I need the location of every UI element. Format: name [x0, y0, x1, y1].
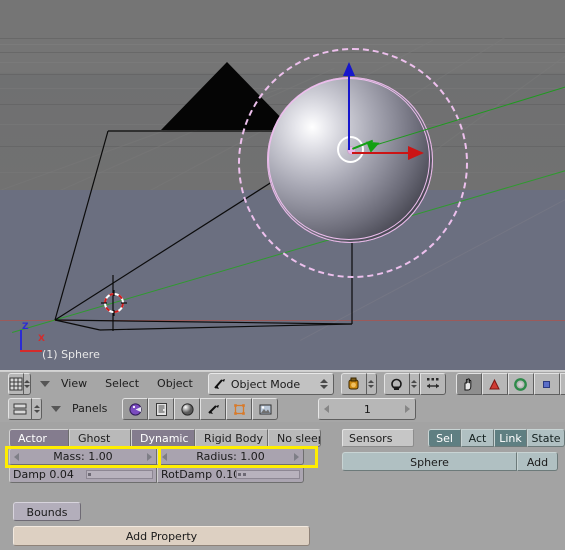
- toggle-ghost[interactable]: Ghost: [69, 429, 131, 447]
- filter-act[interactable]: Act: [461, 429, 494, 447]
- 3d-viewport[interactable]: Z X (1) Sphere: [0, 0, 565, 370]
- axis-label-x: X: [38, 334, 45, 344]
- panel-tab-shading[interactable]: [174, 398, 201, 420]
- menu-select[interactable]: Select: [98, 374, 146, 394]
- sensors-label: Sensors: [342, 429, 414, 447]
- rotdamp-label: RotDamp 0.10: [161, 468, 241, 481]
- frame-prev-icon[interactable]: [324, 405, 330, 413]
- frame-next-icon[interactable]: [405, 405, 411, 413]
- panel-tab-object[interactable]: [200, 398, 227, 420]
- scale-ring-icon[interactable]: [507, 373, 534, 395]
- damp-knob[interactable]: [88, 473, 91, 476]
- toggle-actor[interactable]: Actor: [9, 429, 69, 447]
- mode-label: Object Mode: [230, 377, 301, 391]
- mass-increment-icon[interactable]: [147, 452, 152, 461]
- add-property-button[interactable]: Add Property: [13, 526, 310, 546]
- panel-tab-editing[interactable]: [226, 398, 253, 420]
- damp-row: Damp 0.04 RotDamp 0.10: [9, 466, 304, 483]
- menu-panels[interactable]: Panels: [65, 399, 114, 419]
- manipulator-z-axis[interactable]: [348, 68, 350, 150]
- filter-state[interactable]: State: [527, 429, 565, 447]
- buttons-window-icon[interactable]: [8, 398, 32, 420]
- field-rotdamp[interactable]: RotDamp 0.10: [157, 466, 304, 483]
- menu-view[interactable]: View: [54, 374, 94, 394]
- proportional-edit-icon[interactable]: [419, 373, 446, 395]
- menu-object[interactable]: Object: [150, 374, 200, 394]
- panel-tab-logic[interactable]: [122, 398, 149, 420]
- square-icon[interactable]: [533, 373, 560, 395]
- manipulator-group[interactable]: Global: [455, 373, 565, 395]
- chevron-down-icon[interactable]: [40, 381, 50, 387]
- editor-type-spinner[interactable]: [24, 373, 31, 395]
- frame-value: 1: [363, 402, 371, 416]
- buttons-window-header: Panels 1: [0, 396, 565, 422]
- rotdamp-knob-a[interactable]: [238, 473, 241, 476]
- editor-type-icon[interactable]: [8, 373, 24, 395]
- toggle-rigid-body[interactable]: Rigid Body: [195, 429, 268, 447]
- logic-filter-row: Sel Act Link State: [428, 429, 565, 447]
- rotdamp-bar[interactable]: [236, 470, 300, 479]
- object-mode-icon: [214, 379, 225, 389]
- panel-tab-group[interactable]: [122, 398, 279, 420]
- rotate-triangle-icon[interactable]: [481, 373, 508, 395]
- bounds-button[interactable]: Bounds: [13, 502, 81, 521]
- panel-tab-script[interactable]: [148, 398, 175, 420]
- damp-label: Damp 0.04: [13, 468, 74, 481]
- add-sensor-button[interactable]: Add: [517, 452, 558, 471]
- axis-label-z: Z: [22, 322, 29, 332]
- rotdamp-knob-b[interactable]: [243, 473, 246, 476]
- hand-icon[interactable]: [455, 373, 482, 395]
- field-damp[interactable]: Damp 0.04: [9, 466, 157, 483]
- draw-type-icon[interactable]: [340, 373, 367, 395]
- buttons-window-spinner[interactable]: [32, 398, 42, 420]
- panels-chevron-down-icon[interactable]: [51, 406, 61, 412]
- slider-radius[interactable]: Radius: 1.00: [157, 448, 304, 465]
- viewport-header: View Select Object Object Mode: [0, 370, 565, 397]
- mass-label: Mass: 1.00: [53, 450, 113, 463]
- mode-spinner[interactable]: [319, 379, 331, 389]
- draw-type-group[interactable]: [340, 373, 377, 395]
- panel-tab-scene[interactable]: [252, 398, 279, 420]
- draw-type-spinner[interactable]: [366, 373, 377, 395]
- pivot-group[interactable]: [383, 373, 446, 395]
- radius-increment-icon[interactable]: [294, 452, 299, 461]
- manipulator-x-head[interactable]: [408, 146, 424, 160]
- manipulator-z-head[interactable]: [343, 62, 355, 76]
- active-object-label: (1) Sphere: [42, 348, 100, 361]
- filter-sel[interactable]: Sel: [428, 429, 461, 447]
- physics-toggle-row: Actor Ghost Dynamic Rigid Body No sleepi…: [9, 429, 321, 447]
- mode-selector[interactable]: Object Mode: [207, 373, 334, 395]
- physics-slider-row: Mass: 1.00 Radius: 1.00: [9, 448, 304, 465]
- damp-bar[interactable]: [86, 470, 153, 479]
- radius-label: Radius: 1.00: [196, 450, 265, 463]
- logic-panel-area: Actor Ghost Dynamic Rigid Body No sleepi…: [0, 422, 565, 550]
- frame-number-field[interactable]: 1: [318, 398, 417, 420]
- blender-window: Z X (1) Sphere View Select Object Object…: [0, 0, 565, 550]
- manipulator-x-axis[interactable]: [352, 152, 414, 154]
- logic-object-name[interactable]: Sphere: [342, 452, 517, 471]
- toggle-dynamic[interactable]: Dynamic: [131, 429, 195, 447]
- transform-orientation[interactable]: Global: [559, 373, 565, 395]
- header-divider: [0, 371, 565, 372]
- toggle-no-sleeping[interactable]: No sleeping: [268, 429, 321, 447]
- pivot-spinner[interactable]: [409, 373, 420, 395]
- 3d-cursor[interactable]: [101, 290, 127, 316]
- slider-mass[interactable]: Mass: 1.00: [9, 448, 157, 465]
- filter-link[interactable]: Link: [494, 429, 527, 447]
- pivot-median-icon[interactable]: [383, 373, 410, 395]
